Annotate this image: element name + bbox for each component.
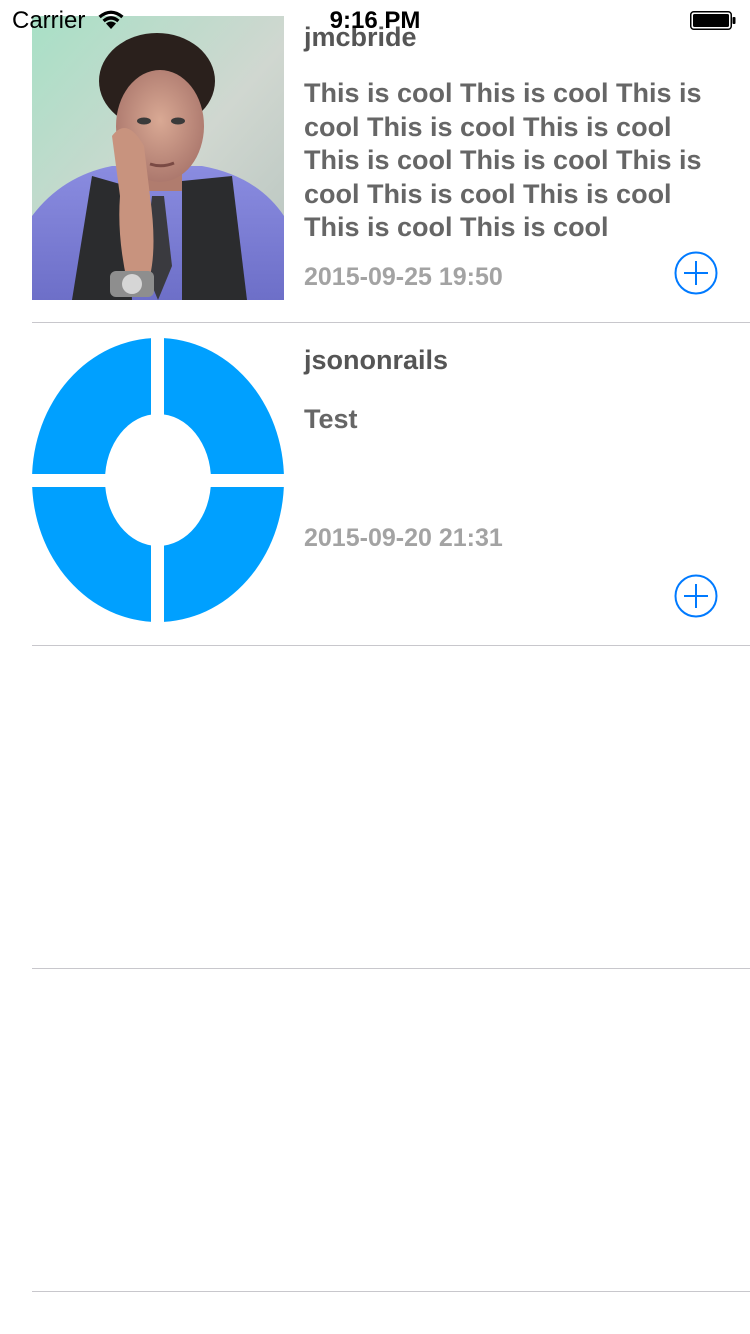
post-timestamp: 2015-09-25 19:50 xyxy=(304,263,503,291)
empty-cell xyxy=(0,969,750,1292)
status-bar: Carrier 9:16 PM xyxy=(0,0,750,40)
add-circle-button[interactable] xyxy=(674,251,718,295)
battery-icon xyxy=(690,11,736,30)
post-message: This is cool This is cool This is cool T… xyxy=(304,78,702,242)
add-circle-icon xyxy=(674,574,718,618)
add-circle-button[interactable] xyxy=(674,574,718,618)
add-circle-icon xyxy=(674,251,718,295)
post-message: Test xyxy=(304,404,358,434)
feed-screen: jmcbride This is cool This is cool This … xyxy=(0,0,750,1334)
user-photo-avatar[interactable] xyxy=(32,16,284,300)
empty-cell xyxy=(0,646,750,969)
post-username[interactable]: jsononrails xyxy=(304,345,448,376)
feed-cell[interactable]: jmcbride This is cool This is cool This … xyxy=(0,0,750,323)
blue-ring-logo-avatar[interactable] xyxy=(32,338,284,622)
status-time: 9:16 PM xyxy=(329,7,421,34)
post-timestamp: 2015-09-20 21:31 xyxy=(304,524,503,552)
feed-cell[interactable]: jsononrails Test 2015-09-20 21:31 xyxy=(0,323,750,646)
cell-separator xyxy=(32,1291,750,1292)
